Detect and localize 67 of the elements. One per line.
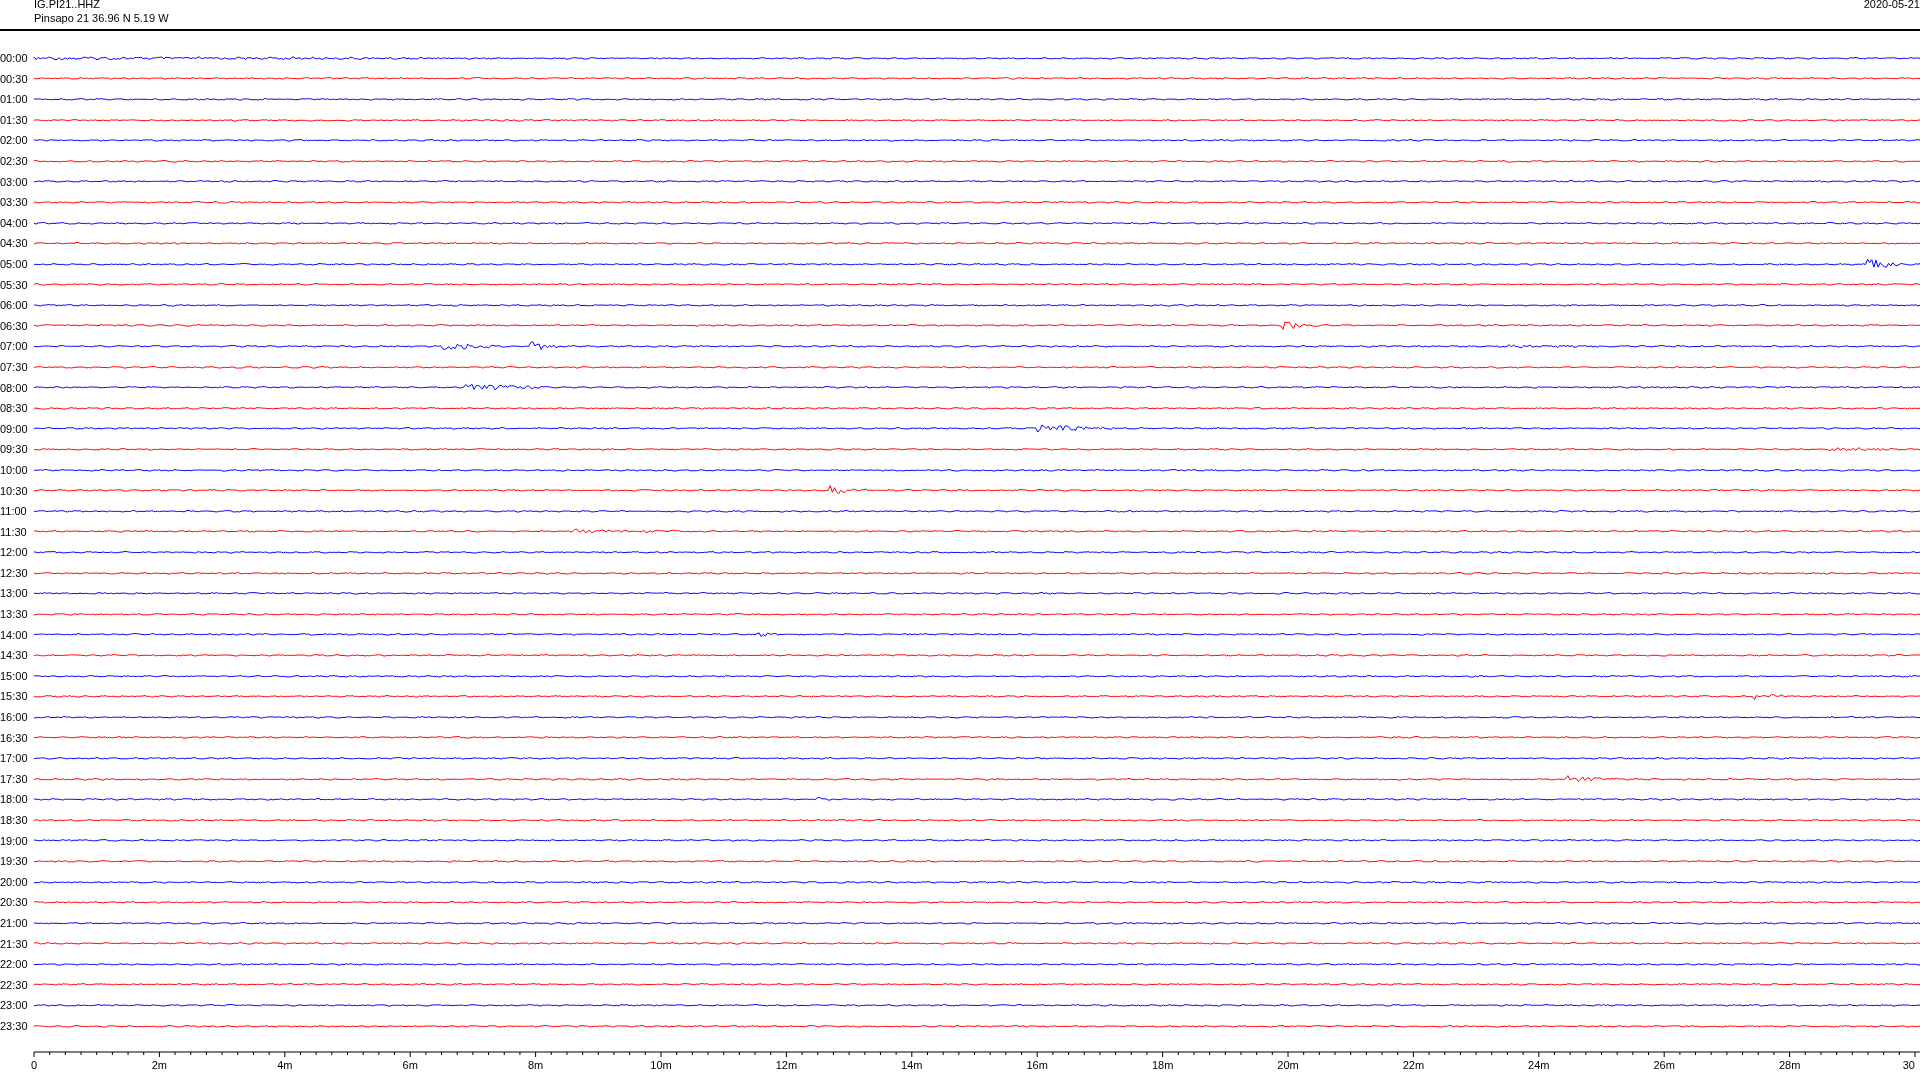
axis-label: 30 bbox=[1902, 1059, 1915, 1072]
time-label: 18:00 bbox=[0, 793, 29, 806]
axis-label: 24m bbox=[1528, 1059, 1550, 1072]
axis-label: 18m bbox=[1151, 1059, 1174, 1072]
time-label: 00:30 bbox=[0, 72, 29, 85]
axis-label: 26m bbox=[1653, 1059, 1675, 1072]
time-label: 16:00 bbox=[0, 711, 29, 724]
time-label: 14:30 bbox=[0, 649, 29, 662]
time-label: 10:30 bbox=[0, 484, 29, 497]
time-label: 21:00 bbox=[0, 917, 29, 929]
axis-label: 28m bbox=[1778, 1059, 1801, 1072]
axis-label: 22m bbox=[1402, 1059, 1425, 1072]
time-label: 06:30 bbox=[0, 319, 29, 332]
time-label: 17:30 bbox=[0, 772, 29, 785]
time-label: 12:30 bbox=[0, 566, 29, 579]
axis-label: 16m bbox=[1026, 1059, 1048, 1072]
time-label: 23:00 bbox=[0, 999, 29, 1012]
station-code: IG.PI21..HHZ bbox=[34, 0, 102, 11]
time-label: 23:30 bbox=[0, 1019, 29, 1032]
time-label: 13:30 bbox=[0, 608, 29, 621]
axis-label: 8m bbox=[527, 1059, 544, 1072]
time-label: 14:00 bbox=[0, 628, 29, 641]
time-label: 16:30 bbox=[0, 731, 29, 744]
time-label: 05:30 bbox=[0, 278, 29, 291]
time-label: 20:30 bbox=[0, 896, 29, 909]
axis-label: 14m bbox=[901, 1059, 923, 1072]
time-label: 15:30 bbox=[0, 690, 29, 703]
time-label: 11:00 bbox=[0, 505, 28, 518]
axis-label: 0 bbox=[30, 1059, 38, 1072]
time-label: 07:00 bbox=[0, 340, 29, 353]
time-label: 19:30 bbox=[0, 855, 29, 868]
axis-label: 12m bbox=[775, 1059, 798, 1072]
axis-label: 6m bbox=[402, 1059, 418, 1072]
time-label: 04:00 bbox=[0, 216, 29, 229]
time-label: 07:30 bbox=[0, 360, 29, 373]
time-label: 10:00 bbox=[0, 463, 29, 476]
time-label: 11:30 bbox=[0, 525, 28, 538]
time-label: 04:30 bbox=[0, 237, 29, 250]
time-label: 22:00 bbox=[0, 958, 29, 971]
time-label: 18:30 bbox=[0, 814, 29, 826]
time-label: 03:00 bbox=[0, 175, 29, 188]
time-label: 19:00 bbox=[0, 834, 29, 847]
date-label: 2020-05-21 bbox=[1863, 0, 1920, 12]
station-location: Pinsapo 21 36.96 N 5.19 W bbox=[34, 11, 169, 25]
time-label: 06:00 bbox=[0, 299, 29, 312]
time-label: 09:00 bbox=[0, 422, 29, 435]
time-label: 05:00 bbox=[0, 258, 29, 270]
time-label: 12:00 bbox=[0, 546, 29, 559]
time-label: 02:30 bbox=[0, 155, 29, 167]
time-label: 21:30 bbox=[0, 937, 29, 950]
axis-label: 2m bbox=[151, 1059, 168, 1072]
time-label: 17:00 bbox=[0, 752, 29, 765]
time-label: 13:00 bbox=[0, 587, 29, 600]
time-label: 20:00 bbox=[0, 875, 29, 888]
time-label: 02:00 bbox=[0, 134, 29, 147]
time-label: 08:30 bbox=[0, 402, 29, 415]
time-label: 08:00 bbox=[0, 381, 29, 394]
time-label: 00:00 bbox=[0, 52, 29, 65]
time-label: 09:30 bbox=[0, 443, 29, 456]
time-label: 01:30 bbox=[0, 113, 29, 126]
time-label: 22:30 bbox=[0, 978, 29, 991]
axis-label: 4m bbox=[277, 1059, 293, 1072]
time-label: 01:00 bbox=[0, 93, 29, 106]
time-label: 03:30 bbox=[0, 196, 29, 209]
axis-label: 10m bbox=[650, 1059, 672, 1072]
axis-label: 20m bbox=[1277, 1059, 1299, 1072]
time-label: 15:00 bbox=[0, 669, 29, 682]
